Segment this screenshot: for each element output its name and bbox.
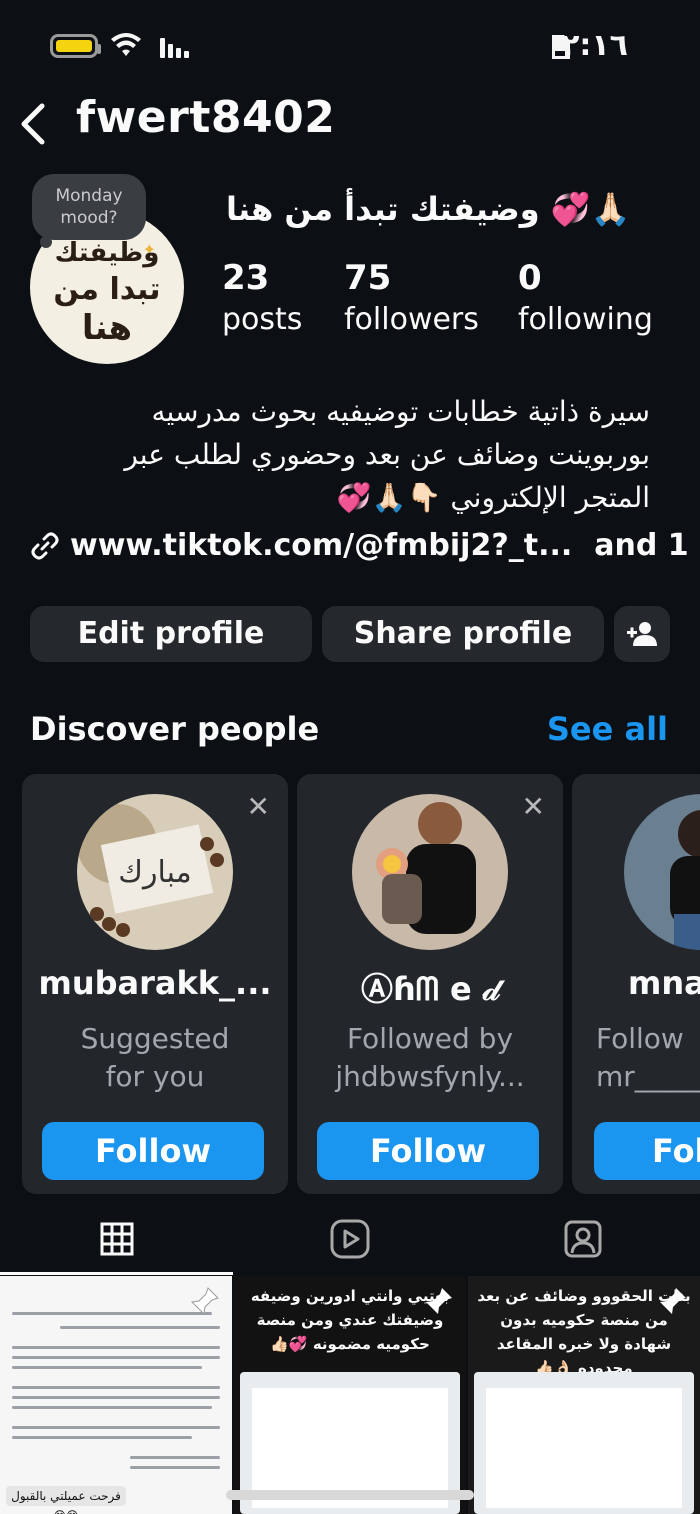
follow-button[interactable]: Follow <box>317 1122 539 1180</box>
post-footer-text: فرحت عميلتي بالقبول 😊😊 <box>6 1486 126 1514</box>
wifi-icon <box>111 33 141 56</box>
clock: ٢:١٦ <box>561 28 628 63</box>
tab-posts-grid[interactable] <box>0 1204 233 1274</box>
grid-icon <box>100 1222 133 1256</box>
pin-icon <box>660 1288 686 1314</box>
bio-line: المتجر الإلكتروني 👇🏻🙏🏻💞 <box>336 481 650 514</box>
suggested-user-avatar[interactable] <box>624 794 700 950</box>
link-icon <box>31 532 59 559</box>
home-indicator[interactable] <box>226 1490 474 1500</box>
stat-label: posts <box>222 302 303 337</box>
signal-icon <box>160 38 189 58</box>
back-arrow-icon[interactable] <box>14 100 54 148</box>
post-thumbnail[interactable]: فرحت عميلتي بالقبول 😊😊 <box>0 1276 232 1514</box>
stat-followers[interactable]: 75 followers <box>344 258 479 337</box>
suggested-user-reason: Followed by jhdbwsfynly... <box>297 1020 563 1096</box>
suggested-user-reason: Follow mr_____ <box>596 1020 700 1096</box>
post-thumbnail[interactable]: بعتيي وانتي ادورين وضيفه وضيفتك عندي ومن… <box>234 1276 466 1514</box>
close-icon[interactable]: ✕ <box>522 790 545 823</box>
svg-text:مبارك: مبارك <box>118 855 191 890</box>
avatar-text-line-3: هنا <box>81 308 133 348</box>
pin-icon <box>426 1288 452 1314</box>
suggested-user-name[interactable]: mna <box>628 964 700 1002</box>
bio-line: بوربوينت وضائف عن بعد وحضوري لطلب عبر <box>124 438 650 471</box>
stat-following[interactable]: 0 following <box>518 258 653 337</box>
close-icon[interactable]: ✕ <box>247 790 270 823</box>
battery-icon <box>50 34 101 58</box>
reason-line: Follow <box>596 1022 684 1055</box>
suggested-user-name[interactable]: mubarakk_... <box>22 964 288 1002</box>
profile-tabs <box>0 1204 700 1275</box>
active-tab-indicator <box>0 1272 233 1275</box>
reels-icon <box>330 1219 369 1259</box>
link-more[interactable]: and 1 <box>594 528 688 563</box>
tab-reels[interactable] <box>233 1204 466 1274</box>
bio: سيرة ذاتية خطابات توضيفيه بحوث مدرسيه بو… <box>30 390 650 519</box>
discover-people-title: Discover people <box>30 710 320 748</box>
follow-button[interactable]: Fol <box>594 1122 700 1180</box>
username: fwert8402 <box>76 92 336 143</box>
tagged-icon <box>564 1220 601 1258</box>
share-profile-button[interactable]: Share profile <box>322 606 604 662</box>
suggested-user-name[interactable]: Ⓐɦᗰ e 𝒹 <box>297 964 563 1010</box>
reason-line: jhdbwsfynly... <box>335 1060 525 1093</box>
tab-tagged[interactable] <box>466 1204 699 1274</box>
stat-value: 75 <box>344 258 392 298</box>
pin-icon <box>190 1287 219 1316</box>
stat-value: 23 <box>222 258 270 298</box>
profile-header: fwert8402 <box>0 92 700 156</box>
avatar-text-line-1: وظيفتك <box>54 238 160 268</box>
follow-button[interactable]: Follow <box>42 1122 264 1180</box>
reason-line: Suggested <box>80 1022 230 1055</box>
edit-profile-button[interactable]: Edit profile <box>30 606 312 662</box>
suggested-user-card[interactable]: mna Follow mr_____ Fol <box>572 774 700 1194</box>
post-thumbnail[interactable]: بنات الحقووو وضائف عن بعد من منصة حكوميه… <box>468 1276 700 1514</box>
link-text[interactable]: www.tiktok.com/@fmbij2?_t... <box>70 528 572 563</box>
stat-value: 0 <box>518 258 542 298</box>
avatar-text-line-2: تبدا من <box>53 272 161 307</box>
status-bar: ٢:١٦ <box>0 0 700 92</box>
reason-line: mr_____ <box>596 1060 700 1093</box>
suggested-user-reason: Suggested for you <box>22 1020 288 1096</box>
see-all-link[interactable]: See all <box>547 710 668 748</box>
suggested-user-avatar[interactable] <box>352 794 508 950</box>
add-person-icon <box>627 622 657 646</box>
post-screenshot <box>474 1372 694 1514</box>
add-person-button[interactable] <box>614 606 670 662</box>
bio-line: سيرة ذاتية خطابات توضيفيه بحوث مدرسيه <box>151 395 650 428</box>
stat-label: followers <box>344 302 479 337</box>
suggested-user-card[interactable]: ✕ Ⓐɦᗰ e 𝒹 Followed by jhdbwsfynly... Fol… <box>297 774 563 1194</box>
stat-label: following <box>518 302 653 337</box>
note-bubble[interactable]: Monday mood? <box>32 174 146 240</box>
bio-link[interactable]: www.tiktok.com/@fmbij2?_t... and 1 <box>30 528 689 563</box>
reason-line: for you <box>105 1060 205 1093</box>
stat-posts[interactable]: 23 posts <box>222 258 302 337</box>
reason-line: Followed by <box>346 1022 514 1055</box>
display-name: وضيفتك تبدأ من هنا 💞🙏🏻 <box>226 190 631 228</box>
suggested-user-avatar[interactable]: مبارك <box>77 794 233 950</box>
suggested-user-card[interactable]: ✕ مبارك mubarakk_... Suggested for you F… <box>22 774 288 1194</box>
